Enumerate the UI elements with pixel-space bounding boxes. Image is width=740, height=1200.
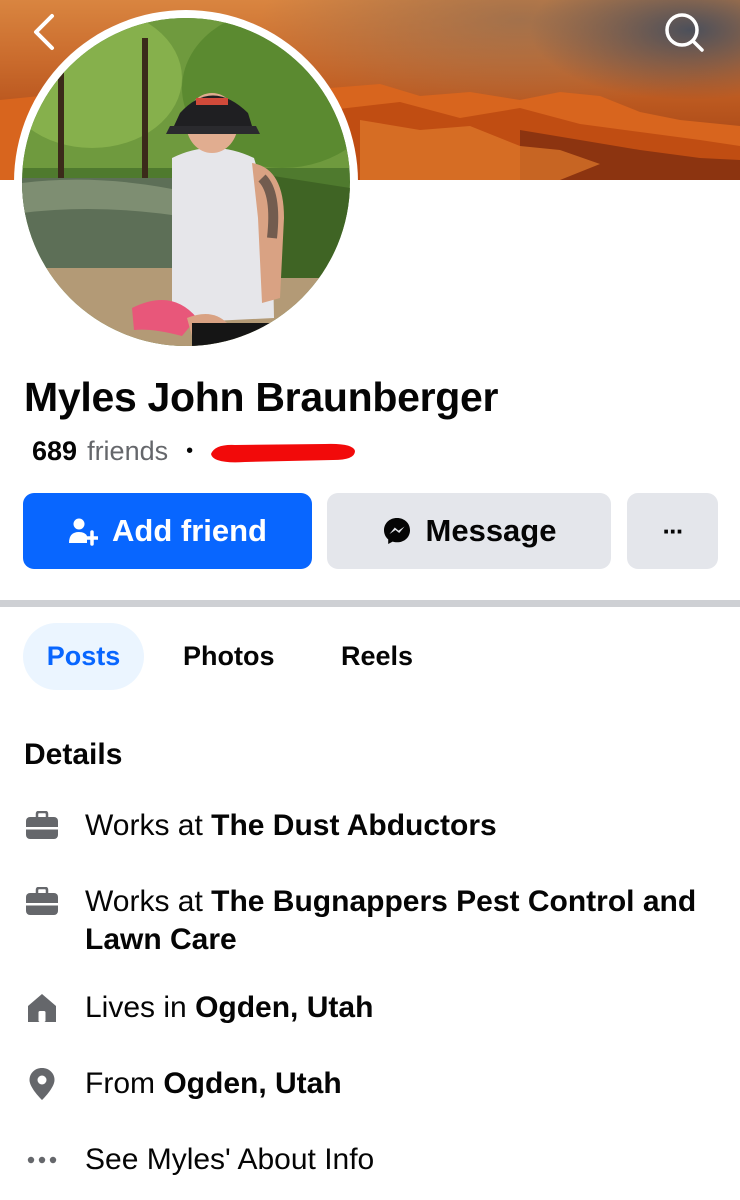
redaction-mark — [205, 438, 357, 466]
detail-value: Ogden, Utah — [195, 991, 374, 1024]
detail-prefix: Works at — [85, 809, 212, 842]
friends-summary[interactable]: 689 friends • — [32, 436, 357, 467]
see-about-info-label: See Myles' About Info — [85, 1143, 375, 1176]
detail-work-2: Works at The Bugnappers Pest Control and… — [22, 883, 702, 959]
see-about-info-link[interactable]: See Myles' About Info — [22, 1141, 374, 1179]
friends-count: 689 — [32, 436, 78, 466]
details-heading: Details — [24, 738, 123, 771]
back-button[interactable] — [22, 12, 66, 56]
section-divider — [0, 600, 740, 607]
location-pin-icon — [22, 1065, 62, 1103]
message-label: Message — [425, 513, 557, 548]
more-dots-icon: ··· — [662, 515, 685, 546]
profile-photo-image — [22, 18, 350, 346]
briefcase-icon — [22, 807, 62, 845]
detail-prefix: Lives in — [85, 991, 196, 1024]
add-friend-label: Add friend — [112, 513, 267, 548]
separator-dot: • — [186, 440, 194, 462]
chevron-left-icon — [30, 12, 58, 57]
search-icon — [662, 10, 706, 59]
detail-value: The Dust Abductors — [211, 809, 497, 842]
tab-posts[interactable]: Posts — [23, 623, 144, 690]
search-button[interactable] — [662, 12, 706, 56]
add-friend-icon — [68, 516, 98, 546]
profile-name: Myles John Braunberger — [24, 374, 499, 420]
friends-label: friends — [87, 436, 169, 466]
detail-lives-in: Lives in Ogden, Utah — [22, 989, 373, 1027]
detail-from: From Ogden, Utah — [22, 1065, 342, 1103]
more-options-button[interactable]: ··· — [627, 493, 718, 569]
detail-work-1: Works at The Dust Abductors — [22, 807, 497, 845]
detail-prefix: Works at — [85, 885, 212, 918]
tab-photos[interactable]: Photos — [183, 623, 275, 690]
detail-prefix: From — [85, 1067, 164, 1100]
messenger-icon — [382, 516, 412, 546]
message-button[interactable]: Message — [327, 493, 611, 569]
profile-avatar[interactable] — [14, 10, 358, 354]
home-icon — [22, 989, 62, 1027]
more-dots-icon — [22, 1141, 62, 1179]
add-friend-button[interactable]: Add friend — [23, 493, 312, 569]
tab-reels[interactable]: Reels — [341, 623, 413, 690]
briefcase-icon — [22, 883, 62, 921]
detail-value: Ogden, Utah — [163, 1067, 342, 1100]
